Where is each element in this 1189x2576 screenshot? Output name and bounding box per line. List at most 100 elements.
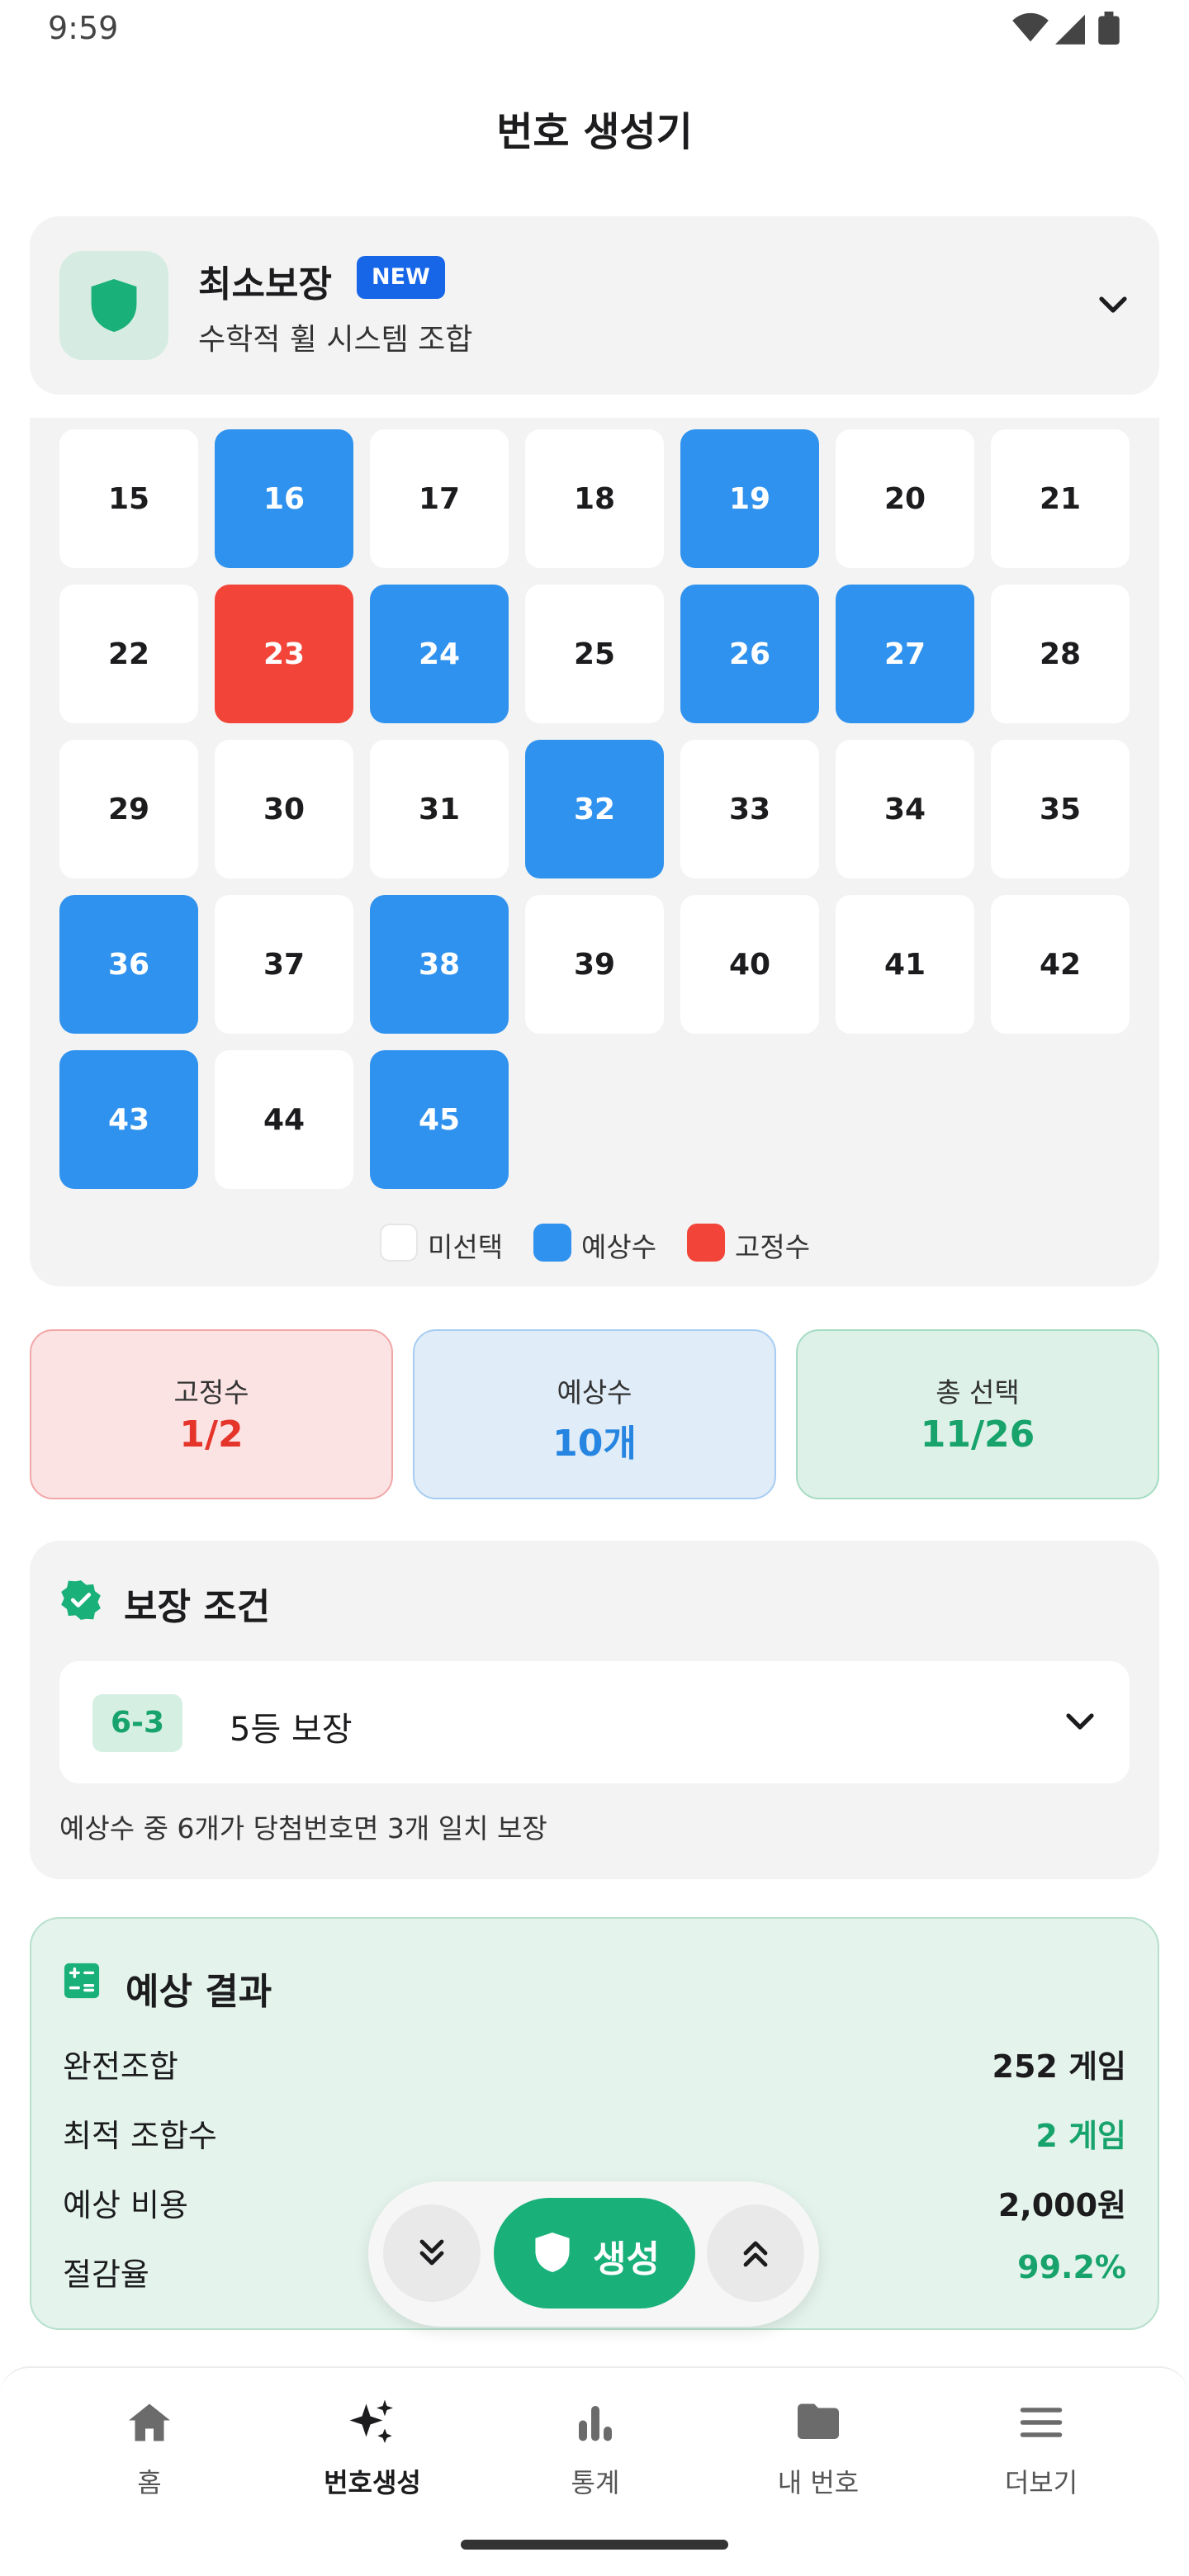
result-row-label: 완전조합 — [63, 2048, 178, 2085]
number-cell-39[interactable]: 39 — [525, 895, 664, 1034]
guarantee-title: 보장 조건 — [124, 1586, 271, 1628]
home-icon — [129, 2403, 170, 2441]
result-row-value: 2 게임 — [1035, 2118, 1126, 2154]
new-badge: NEW — [357, 256, 445, 299]
number-cell-37[interactable]: 37 — [215, 895, 353, 1034]
double-chevron-down-icon — [419, 2239, 444, 2266]
battery-icon — [1098, 12, 1120, 45]
number-cell-23[interactable]: 23 — [215, 585, 353, 723]
nav-item-generate[interactable]: 번호생성 — [261, 2368, 484, 2517]
number-cell-22[interactable]: 22 — [59, 585, 198, 723]
nav-label-stats: 통계 — [571, 2467, 620, 2498]
number-cell-35[interactable]: 35 — [991, 740, 1130, 878]
legend-label-0: 미선택 — [428, 1231, 504, 1263]
fixed-count-card: 고정수 1/2 — [30, 1329, 393, 1499]
number-cell-32[interactable]: 32 — [525, 740, 664, 878]
number-cell-43[interactable]: 43 — [59, 1050, 198, 1189]
mode-icon-box — [59, 251, 168, 360]
number-cell-17[interactable]: 17 — [370, 429, 509, 568]
nav-item-more[interactable]: 더보기 — [930, 2368, 1153, 2517]
number-cell-34[interactable]: 34 — [836, 740, 974, 878]
legend-label-2: 고정수 — [735, 1231, 811, 1263]
number-cell-21[interactable]: 21 — [991, 429, 1130, 568]
number-cell-27[interactable]: 27 — [836, 585, 974, 723]
legend-swatch-2 — [687, 1224, 725, 1262]
verified-badge-icon — [61, 1580, 101, 1620]
result-row-value: 99.2% — [1017, 2249, 1126, 2285]
predicted-count-card: 예상수 10개 — [413, 1329, 776, 1499]
mode-selector[interactable]: 최소보장 NEW 수학적 휠 시스템 조합 — [30, 216, 1159, 395]
result-row-value: 2,000원 — [997, 2187, 1126, 2223]
number-cell-42[interactable]: 42 — [991, 895, 1130, 1034]
number-cell-19[interactable]: 19 — [680, 429, 819, 568]
floating-action-bar: 생성 — [368, 2181, 819, 2327]
guarantee-label: 5등 보장 — [230, 1711, 353, 1749]
scroll-down-button[interactable] — [383, 2204, 481, 2302]
shield-icon — [91, 279, 137, 332]
guarantee-dropdown[interactable]: 6-3 5등 보장 — [59, 1661, 1130, 1783]
number-cell-29[interactable]: 29 — [59, 740, 198, 878]
result-row-value: 252 게임 — [992, 2048, 1126, 2085]
number-cell-20[interactable]: 20 — [836, 429, 974, 568]
nav-item-home[interactable]: 홈 — [38, 2368, 261, 2517]
nav-item-stats[interactable]: 통계 — [484, 2368, 707, 2517]
number-cell-15[interactable]: 15 — [59, 429, 198, 568]
legend-swatch-1 — [533, 1224, 571, 1262]
number-grid-panel: 15 16 17 18 19 20 21 22 23 24 25 26 27 28 29 30 31 32 33 34… — [30, 418, 1159, 1286]
guarantee-code: 6-3 — [92, 1694, 183, 1752]
result-row-label: 예상 비용 — [63, 2187, 188, 2223]
nav-label-generate: 번호생성 — [324, 2467, 421, 2498]
bar-chart-icon — [579, 2406, 612, 2441]
home-indicator — [461, 2540, 728, 2550]
chevron-down-icon — [1066, 1713, 1094, 1730]
fixed-count-label: 고정수 — [173, 1376, 249, 1409]
double-chevron-up-icon — [743, 2241, 768, 2267]
number-cell-26[interactable]: 26 — [680, 585, 819, 723]
nav-label-my-numbers: 내 번호 — [777, 2467, 860, 2498]
wifi-icon — [1012, 12, 1049, 42]
mode-name: 최소보장 — [198, 263, 332, 305]
result-title: 예상 결과 — [126, 1971, 272, 2013]
number-cell-31[interactable]: 31 — [370, 740, 509, 878]
number-cell-41[interactable]: 41 — [836, 895, 974, 1034]
number-cell-44[interactable]: 44 — [215, 1050, 353, 1189]
result-row-label: 최적 조합수 — [63, 2118, 217, 2154]
legend: 미선택 예상수 고정수 — [30, 1217, 1159, 1267]
result-row-label: 절감율 — [63, 2256, 149, 2293]
number-cell-33[interactable]: 33 — [680, 740, 819, 878]
status-bar: 9:59 — [0, 0, 1189, 58]
number-cell-28[interactable]: 28 — [991, 585, 1130, 723]
legend-swatch-0 — [380, 1224, 418, 1262]
nav-label-more: 더보기 — [1004, 2467, 1078, 2498]
number-cell-18[interactable]: 18 — [525, 429, 664, 568]
sparkle-icon — [349, 2399, 393, 2443]
folder-icon — [798, 2403, 839, 2439]
page-title: 번호 생성기 — [496, 109, 693, 155]
legend-label-1: 예상수 — [581, 1231, 657, 1263]
status-time: 9:59 — [48, 10, 119, 46]
generate-label: 생성 — [593, 2238, 660, 2280]
number-cell-24[interactable]: 24 — [370, 585, 509, 723]
predicted-count-label: 예상수 — [557, 1376, 632, 1409]
guarantee-section: 보장 조건 6-3 5등 보장 예상수 중 6개가 당첨번호면 3개 일치 보장 — [30, 1541, 1159, 1879]
nav-label-home: 홈 — [137, 2467, 162, 2498]
number-cell-45[interactable]: 45 — [370, 1050, 509, 1189]
number-cell-30[interactable]: 30 — [215, 740, 353, 878]
number-cell-16[interactable]: 16 — [215, 429, 353, 568]
number-cell-40[interactable]: 40 — [680, 895, 819, 1034]
total-selection-card: 총 선택 11/26 — [796, 1329, 1159, 1499]
fixed-count-value: 1/2 — [179, 1413, 244, 1456]
generate-button[interactable]: 생성 — [494, 2198, 695, 2308]
number-cell-36[interactable]: 36 — [59, 895, 198, 1034]
chevron-down-icon[interactable] — [1093, 286, 1133, 325]
total-selection-value: 11/26 — [920, 1413, 1035, 1456]
scroll-up-button[interactable] — [707, 2204, 804, 2302]
mode-subtitle: 수학적 휠 시스템 조합 — [198, 323, 473, 357]
total-selection-label: 총 선택 — [936, 1376, 1020, 1409]
predicted-count-value: 10개 — [552, 1423, 637, 1465]
number-cell-38[interactable]: 38 — [370, 895, 509, 1034]
number-cell-25[interactable]: 25 — [525, 585, 664, 723]
calculator-icon — [64, 1963, 100, 1999]
cell-signal-icon — [1055, 14, 1085, 45]
nav-item-my-numbers[interactable]: 내 번호 — [707, 2368, 930, 2517]
